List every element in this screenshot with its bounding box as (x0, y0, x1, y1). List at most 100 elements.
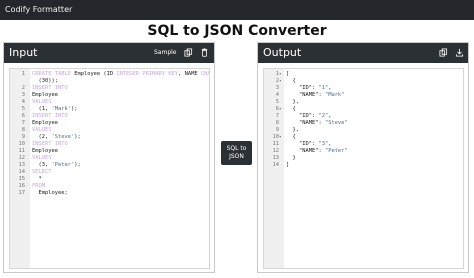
line-number: 12 (18, 155, 26, 161)
code-text: (1, 'Mark'); (32, 106, 78, 112)
code-line: 5 }, (264, 99, 463, 106)
line-number: 2 (21, 85, 25, 91)
code-text: }, (286, 99, 299, 105)
code-line: 16 FROM (10, 183, 209, 190)
code-text: "ID": "3", (286, 141, 332, 147)
line-number: 12 (272, 148, 280, 154)
code-text: SELECT (32, 169, 52, 175)
input-panel-header: Input Sample (4, 43, 214, 63)
line-number: 6 (21, 113, 25, 119)
code-text: CREATE TABLE Employee (ID INTEGER PRIMAR… (32, 71, 209, 77)
convert-button-line1: SQL to (226, 145, 247, 152)
code-text: INSERT INTO (32, 141, 68, 147)
json-output-editor[interactable]: 1 ▾[2 ▾ {3 "ID": "1", 4 "NAME": "Mark" 5 }, 6… (263, 68, 464, 269)
sql-input-editor[interactable]: 1 CREATE TABLE Employee (ID INTEGER PRIMA… (9, 68, 210, 269)
code-line: 8 VALUES (10, 127, 209, 134)
code-text: } (286, 155, 296, 161)
line-number: 7 (21, 120, 25, 126)
line-number: 10 (272, 134, 280, 140)
code-line: 7 Employee (10, 120, 209, 127)
line-number: 1 (21, 71, 25, 77)
line-number: 11 (18, 148, 26, 154)
line-number: 7 (275, 113, 279, 119)
trash-icon[interactable] (200, 48, 209, 57)
sample-button[interactable]: Sample (154, 48, 177, 57)
code-text: VALUES (32, 99, 52, 105)
code-text: VALUES (32, 155, 52, 161)
code-text: Employee (32, 92, 58, 98)
convert-button-line2: JSON (229, 153, 244, 160)
code-line: 6 ▾ { (264, 106, 463, 113)
code-line: 5 (1, 'Mark'); (10, 106, 209, 113)
json-code-area[interactable]: 1 ▾[2 ▾ {3 "ID": "1", 4 "NAME": "Mark" 5 }, 6… (264, 69, 463, 268)
code-line: 13 } (264, 155, 463, 162)
line-number: 17 (18, 190, 26, 196)
code-text: "NAME": "Steve" (286, 120, 348, 126)
code-line: 3 Employee (10, 92, 209, 99)
code-text: }, (286, 127, 299, 133)
code-line: 2 INSERT INTO (10, 85, 209, 92)
line-number: 5 (275, 99, 279, 105)
code-line: 14 SELECT (10, 169, 209, 176)
copy-icon[interactable] (439, 48, 448, 57)
code-text: INSERT INTO (32, 85, 68, 91)
line-number: 3 (21, 92, 25, 98)
line-number: 4 (275, 92, 279, 98)
code-line: 11 Employee (10, 148, 209, 155)
code-text: "ID": "2", (286, 113, 332, 119)
code-text: * (32, 176, 42, 182)
code-text: INSERT INTO (32, 113, 68, 119)
code-text: Employee (32, 148, 58, 154)
fold-toggle-icon[interactable]: ▾ (279, 78, 284, 85)
line-number: 15 (18, 176, 26, 182)
page-title: SQL to JSON Converter (147, 23, 327, 39)
code-text: Employee (32, 120, 58, 126)
code-line: 8 "NAME": "Steve" (264, 120, 463, 127)
top-navbar: Codify Formatter (0, 0, 474, 20)
line-number: 3 (275, 85, 279, 91)
code-line: (30)); (10, 78, 209, 85)
fold-toggle-icon[interactable]: ▾ (279, 106, 284, 113)
code-text: Employee; (32, 190, 68, 196)
code-text: ] (286, 162, 290, 168)
line-number: 14 (272, 162, 280, 168)
code-line: 10 ▾ { (264, 134, 463, 141)
code-line: 4 VALUES (10, 99, 209, 106)
code-text: { (286, 134, 296, 140)
line-number: 13 (18, 162, 26, 168)
line-number: 9 (21, 134, 25, 140)
copy-icon[interactable] (184, 48, 193, 57)
line-number: 9 (275, 127, 279, 133)
convert-sql-to-json-button[interactable]: SQL to JSON (221, 141, 252, 165)
line-number: 2 (275, 78, 279, 84)
line-number: 14 (18, 169, 26, 175)
code-text: "ID": "1", (286, 85, 332, 91)
code-line: 6 INSERT INTO (10, 113, 209, 120)
code-line: 12 VALUES (10, 155, 209, 162)
code-line: 1 CREATE TABLE Employee (ID INTEGER PRIMA… (10, 71, 209, 78)
input-panel: Input Sample 1 CREATE TABLE Employee (ID … (3, 42, 215, 273)
code-line: 1 ▾[ (264, 71, 463, 78)
sql-code-area[interactable]: 1 CREATE TABLE Employee (ID INTEGER PRIMA… (10, 69, 210, 268)
line-number: 10 (18, 141, 26, 147)
code-text: [ (286, 71, 290, 77)
code-line: 15 * (10, 176, 209, 183)
line-number: 6 (275, 106, 279, 112)
fold-toggle-icon[interactable]: ▾ (279, 71, 284, 78)
download-icon[interactable] (455, 48, 464, 57)
code-line: 13 (3, 'Peter'); (10, 162, 209, 169)
code-text: (30)); (32, 78, 58, 84)
output-panel-header: Output (258, 43, 468, 63)
code-line: 12 "NAME": "Peter" (264, 148, 463, 155)
line-number: 11 (272, 141, 280, 147)
brand-link[interactable]: Codify Formatter (5, 4, 72, 16)
input-panel-title: Input (9, 46, 38, 59)
code-line: 9 (2, 'Steve'); (10, 134, 209, 141)
fold-toggle-icon[interactable]: ▾ (279, 134, 284, 141)
code-line: 10 INSERT INTO (10, 141, 209, 148)
code-line: 7 "ID": "2", (264, 113, 463, 120)
code-line: 17 Employee; (10, 190, 209, 197)
line-number: 8 (21, 127, 25, 133)
code-text: "NAME": "Mark" (286, 92, 345, 98)
code-text: (2, 'Steve'); (32, 134, 81, 140)
